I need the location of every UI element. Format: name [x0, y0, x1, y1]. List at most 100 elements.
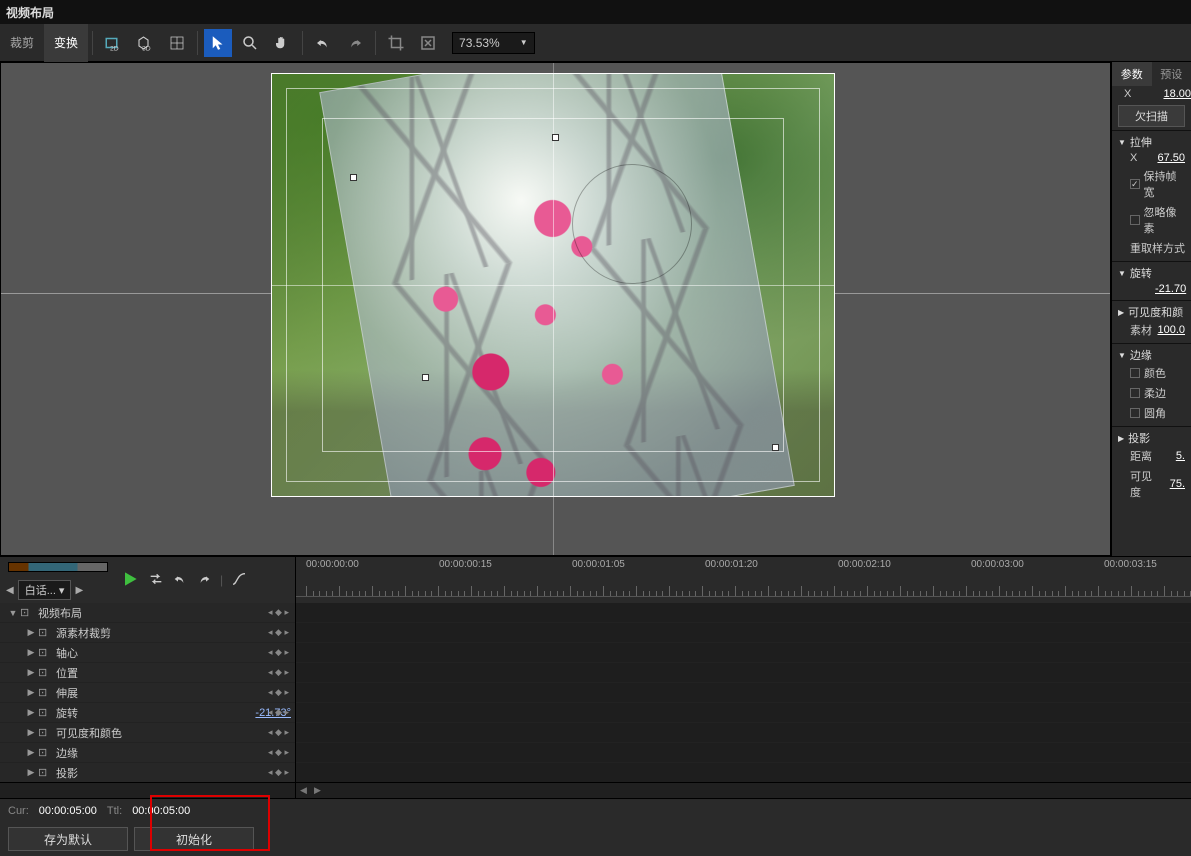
zoom-dropdown[interactable]: 73.53% ▼ — [452, 32, 535, 54]
keyframe-nav[interactable]: ◂ ◆ ▸ — [268, 647, 289, 658]
expand-arrow-icon[interactable]: ▶ — [24, 747, 38, 758]
expand-arrow-icon[interactable]: ▼ — [6, 608, 20, 618]
select-tool-button[interactable] — [204, 29, 232, 57]
keyframe-nav[interactable]: ◂ ◆ ▸ — [268, 747, 289, 758]
rotation-gizmo[interactable] — [572, 164, 692, 284]
expand-arrow-icon[interactable]: ▶ — [24, 707, 38, 718]
redo-tl-button[interactable] — [196, 571, 212, 590]
undo-button[interactable] — [309, 29, 337, 57]
timeline-panel: | ◀ 白话... ▾ ▶ 00:00:00:0000:00:00:1500:0… — [0, 556, 1191, 856]
track-name: 伸展 — [54, 685, 295, 701]
group-edge[interactable]: ▼边缘 — [1118, 347, 1185, 363]
edge-round-checkbox[interactable]: 圆角 — [1118, 403, 1185, 423]
track-name: 可见度和颜色 — [54, 725, 295, 741]
transform-handle[interactable] — [772, 444, 779, 451]
tab-presets[interactable]: 预设 — [1152, 62, 1191, 86]
expand-arrow-icon[interactable]: ▶ — [24, 627, 38, 638]
svg-text:3D: 3D — [142, 45, 151, 52]
track-row[interactable]: ▶⊡可见度和颜色◂ ◆ ▸ — [0, 723, 295, 743]
color-chips[interactable] — [8, 562, 108, 572]
track-icon: ⊡ — [38, 766, 54, 779]
edge-color-checkbox[interactable]: 颜色 — [1118, 363, 1185, 383]
keyframe-nav[interactable]: ◂ ◆ ▸ — [268, 767, 289, 778]
next-mode-button[interactable]: ▶ — [75, 585, 83, 596]
expand-arrow-icon[interactable]: ▶ — [24, 667, 38, 678]
keyframe-nav[interactable]: ◂ ◆ ▸ — [268, 687, 289, 698]
timeline-ruler[interactable]: 00:00:00:0000:00:00:1500:00:01:0500:00:0… — [296, 557, 1191, 603]
group-visibility[interactable]: ▶可见度和颜 — [1118, 304, 1185, 320]
crop-region-button[interactable] — [382, 29, 410, 57]
total-timecode[interactable]: 00:00:05:00 — [132, 805, 190, 817]
track-row[interactable]: ▶⊡伸展◂ ◆ ▸ — [0, 683, 295, 703]
track-icon: ⊡ — [38, 646, 54, 659]
initialize-button[interactable]: 初始化 — [134, 827, 254, 851]
track-row[interactable]: ▶⊡旋转-21.73°◂ ◆ ▸ — [0, 703, 295, 723]
edge-soft-checkbox[interactable]: 柔边 — [1118, 383, 1185, 403]
track-row[interactable]: ▼⊡视频布局◂ ◆ ▸ — [0, 603, 295, 623]
keyframe-nav[interactable]: ◂ ◆ ▸ — [268, 667, 289, 678]
keyframe-nav[interactable]: ◂ ◆ ▸ — [268, 627, 289, 638]
group-shadow[interactable]: ▶投影 — [1118, 430, 1185, 446]
track-icon: ⊡ — [38, 686, 54, 699]
expand-arrow-icon[interactable]: ▶ — [24, 727, 38, 738]
mode-3d-button[interactable]: 3D — [131, 29, 159, 57]
canvas[interactable] — [271, 73, 835, 497]
ruler-label: 00:00:00:15 — [439, 559, 492, 570]
track-row[interactable]: ▶⊡投影◂ ◆ ▸ — [0, 763, 295, 782]
stretch-x-value[interactable]: 67.50 — [1155, 152, 1185, 164]
current-timecode[interactable]: 00:00:05:00 — [39, 805, 97, 817]
transform-handle[interactable] — [422, 374, 429, 381]
track-name: 位置 — [54, 665, 295, 681]
expand-arrow-icon[interactable]: ▶ — [24, 647, 38, 658]
transform-handle[interactable] — [552, 134, 559, 141]
rotation-value[interactable]: -21.70 — [1155, 283, 1185, 295]
keyframe-nav[interactable]: ◂ ◆ ▸ — [268, 607, 289, 618]
timeline-scrollbar[interactable]: ◀ ▶ — [296, 783, 1191, 798]
tab-crop[interactable]: 裁剪 — [0, 24, 44, 62]
save-default-button[interactable]: 存为默认 — [8, 827, 128, 851]
zoom-value: 73.53% — [459, 36, 500, 50]
ruler-label: 00:00:03:15 — [1104, 559, 1157, 570]
group-rotation[interactable]: ▼旋转 — [1118, 265, 1185, 281]
track-row[interactable]: ▶⊡位置◂ ◆ ▸ — [0, 663, 295, 683]
track-icon: ⊡ — [20, 606, 36, 619]
zoom-tool-button[interactable] — [236, 29, 264, 57]
track-row[interactable]: ▶⊡源素材裁剪◂ ◆ ▸ — [0, 623, 295, 643]
ignore-pixel-checkbox[interactable]: 忽略像素 — [1118, 202, 1185, 238]
overscan-button[interactable]: 欠扫描 — [1118, 105, 1185, 127]
transform-handle[interactable] — [350, 174, 357, 181]
keep-aspect-checkbox[interactable]: ✓保持帧宽 — [1118, 166, 1185, 202]
delete-region-button[interactable] — [414, 29, 442, 57]
loop-button[interactable] — [148, 571, 164, 590]
undo-tl-button[interactable] — [172, 571, 188, 590]
timeline-status: Cur: 00:00:05:00 Ttl: 00:00:05:00 — [0, 798, 1191, 822]
curve-button[interactable] — [231, 571, 247, 590]
ruler-label: 00:00:01:05 — [572, 559, 625, 570]
tab-transform[interactable]: 变换 — [44, 24, 88, 62]
shadow-vis-value[interactable]: 75. — [1155, 478, 1185, 490]
keyframe-nav[interactable]: ◂ ◆ ▸ — [268, 707, 289, 718]
group-stretch[interactable]: ▼拉伸 — [1118, 134, 1185, 150]
track-name: 边缘 — [54, 745, 295, 761]
track-row[interactable]: ▶⊡边缘◂ ◆ ▸ — [0, 743, 295, 763]
track-name: 旋转 — [54, 705, 255, 721]
material-value[interactable]: 100.0 — [1155, 324, 1185, 336]
expand-arrow-icon[interactable]: ▶ — [24, 687, 38, 698]
grid-button[interactable] — [163, 29, 191, 57]
hand-tool-button[interactable] — [268, 29, 296, 57]
mode-dropdown[interactable]: 白话... ▾ — [18, 580, 72, 600]
shadow-dist-value[interactable]: 5. — [1155, 450, 1185, 462]
mode-2d-button[interactable]: 2D — [99, 29, 127, 57]
prev-mode-button[interactable]: ◀ — [6, 585, 14, 596]
redo-button[interactable] — [341, 29, 369, 57]
tab-params[interactable]: 参数 — [1112, 62, 1152, 86]
expand-arrow-icon[interactable]: ▶ — [24, 767, 38, 778]
track-area[interactable] — [296, 603, 1191, 782]
track-icon: ⊡ — [38, 626, 54, 639]
keyframe-nav[interactable]: ◂ ◆ ▸ — [268, 727, 289, 738]
play-button[interactable] — [120, 569, 140, 592]
window-titlebar: 视频布局 — [0, 0, 1191, 24]
track-row[interactable]: ▶⊡轴心◂ ◆ ▸ — [0, 643, 295, 663]
preview-viewport[interactable] — [0, 62, 1111, 556]
x-value-0[interactable]: 18.00 — [1161, 88, 1191, 100]
